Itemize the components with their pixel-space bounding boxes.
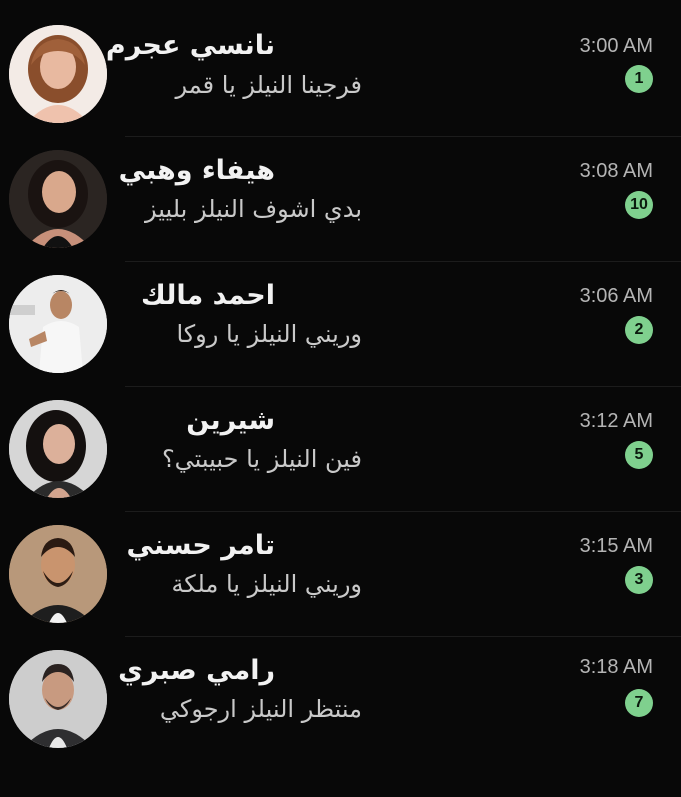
message-time: 3:06 AM [579, 285, 653, 307]
unread-count-badge: 2 [625, 316, 653, 344]
contact-name: احمد مالك [141, 280, 275, 311]
contact-avatar[interactable] [9, 525, 107, 623]
contact-name: هيفاء وهبي [118, 155, 275, 186]
message-preview: فين النيلز يا حبيبتي؟ [161, 445, 362, 473]
message-time: 3:12 AM [579, 410, 653, 432]
message-preview: وريني النيلز يا روكا [176, 320, 362, 348]
contact-avatar[interactable] [9, 25, 107, 123]
message-preview: منتظر النيلز ارجوكي [159, 695, 362, 723]
contact-avatar[interactable] [9, 400, 107, 498]
unread-count-badge: 7 [625, 689, 653, 717]
contact-name: رامي صبري [118, 655, 275, 686]
unread-count-badge: 10 [625, 191, 653, 219]
message-time: 3:08 AM [579, 160, 653, 182]
contact-name: نانسي عجرم [105, 30, 275, 61]
message-time: 3:18 AM [579, 656, 653, 678]
contact-avatar[interactable] [9, 150, 107, 248]
contact-avatar[interactable] [9, 275, 107, 373]
contact-name: شيرين [186, 405, 275, 436]
message-time: 3:00 AM [579, 35, 653, 57]
chat-row[interactable]: احمد مالك وريني النيلز يا روكا 3:06 AM 2 [0, 262, 681, 386]
chat-row[interactable]: هيفاء وهبي بدي اشوف النيلز بلييز 3:08 AM… [0, 137, 681, 261]
chat-row[interactable]: شيرين فين النيلز يا حبيبتي؟ 3:12 AM 5 [0, 387, 681, 511]
message-preview: بدي اشوف النيلز بلييز [144, 195, 362, 223]
chat-row[interactable]: نانسي عجرم فرجينا النيلز يا قمر 3:00 AM … [0, 12, 681, 136]
unread-count-badge: 1 [625, 65, 653, 93]
unread-count-badge: 3 [625, 566, 653, 594]
message-time: 3:15 AM [579, 535, 653, 557]
chat-list: نانسي عجرم فرجينا النيلز يا قمر 3:00 AM … [0, 0, 681, 797]
contact-avatar[interactable] [9, 650, 107, 748]
contact-name: تامر حسني [126, 530, 275, 561]
chat-screen: نانسي عجرم فرجينا النيلز يا قمر 3:00 AM … [0, 0, 681, 797]
message-preview: فرجينا النيلز يا قمر [175, 71, 362, 99]
message-preview: وريني النيلز يا ملكة [171, 570, 362, 598]
chat-row[interactable]: رامي صبري منتظر النيلز ارجوكي 3:18 AM 7 [0, 637, 681, 761]
unread-count-badge: 5 [625, 441, 653, 469]
chat-row[interactable]: تامر حسني وريني النيلز يا ملكة 3:15 AM 3 [0, 512, 681, 636]
